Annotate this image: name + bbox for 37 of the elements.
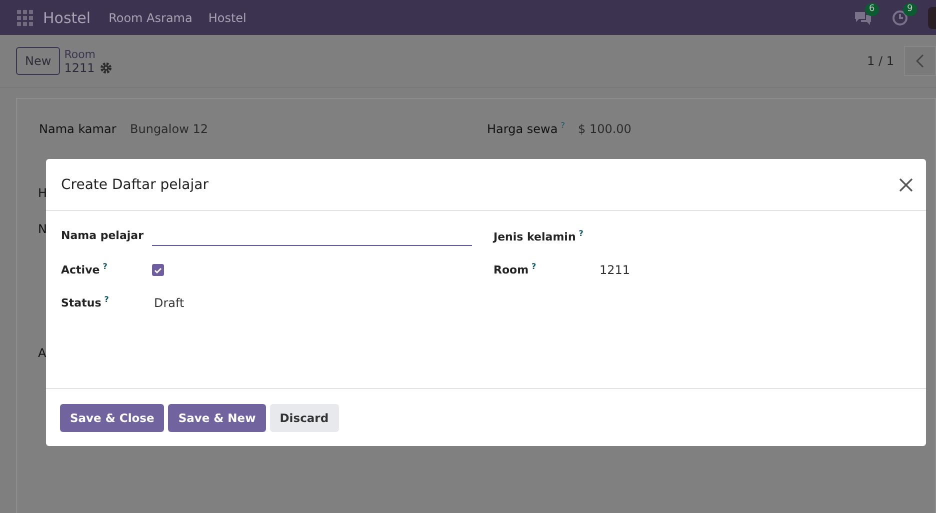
field-value: $ 100.00: [578, 122, 632, 136]
pager-counter: 1 / 1: [867, 54, 894, 68]
field-label: H: [38, 186, 48, 200]
apps-grid-icon[interactable]: [17, 10, 33, 26]
user-avatar[interactable]: [928, 6, 936, 28]
field-label: Status $^{?}$: [61, 294, 110, 310]
clock-icon[interactable]: [892, 10, 908, 26]
chat-icon[interactable]: [854, 10, 872, 26]
field-label: Nama kamar: [39, 122, 118, 136]
app-name[interactable]: Hostel: [43, 8, 91, 26]
field-value: Bungalow 12: [130, 122, 208, 136]
close-icon[interactable]: [899, 178, 913, 192]
chevron-left-icon: [916, 54, 924, 68]
field-label: Room $^{?}$: [494, 261, 538, 277]
save-button[interactable]: Save & New: [168, 404, 266, 432]
field-label: N: [38, 222, 47, 236]
previous-button[interactable]: [904, 46, 936, 76]
settings-icon[interactable]: [100, 62, 112, 74]
dialog-title: Create Daftar pelajar: [61, 176, 208, 192]
field-label: A: [38, 346, 46, 360]
field-value: Draft: [153, 295, 184, 310]
field-value: 1211: [598, 262, 630, 277]
discard-button[interactable]: Discard: [270, 404, 339, 432]
field-label: Active $^{?}$: [61, 261, 108, 277]
message-count-badge: 6: [865, 2, 879, 16]
new-button[interactable]: New: [16, 47, 60, 75]
record-name: 1211: [64, 60, 95, 74]
checkbox[interactable]: [152, 264, 164, 276]
save-button[interactable]: Save & Close: [60, 404, 164, 432]
checkmark-icon: [154, 266, 162, 274]
field-label: Nama pelajar: [61, 228, 144, 242]
menu-item[interactable]: Room Asrama: [108, 10, 192, 24]
activity-count-badge: 9: [903, 2, 917, 16]
field-label: Jenis kelamin $^{?}$: [494, 228, 584, 244]
menu-item[interactable]: Hostel: [208, 10, 246, 24]
breadcrumb-link[interactable]: Room: [64, 48, 112, 60]
field-label: Harga sewa $^{?}$: [487, 121, 566, 136]
